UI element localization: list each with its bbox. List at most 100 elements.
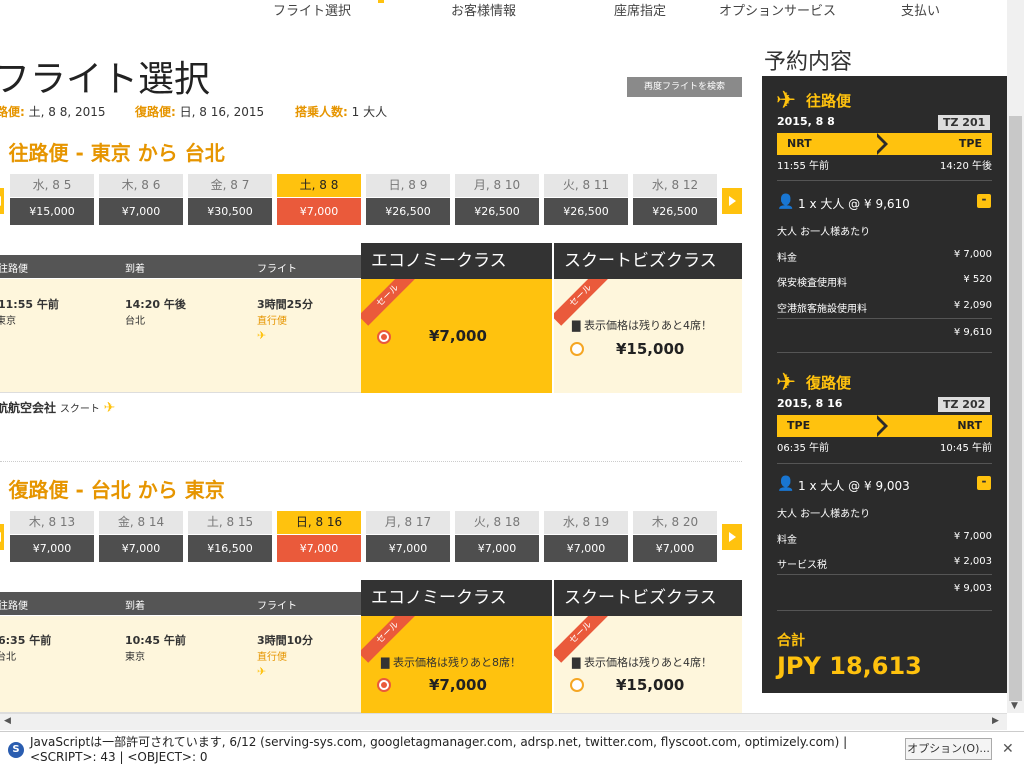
plane-icon: ✈ xyxy=(776,368,797,396)
date-label: 土, 8 15 xyxy=(188,511,272,534)
economy-radio[interactable] xyxy=(377,330,391,344)
date-price: ¥30,500 xyxy=(188,198,272,225)
return-table-header: 往路便 到着 フライト xyxy=(0,592,361,615)
date-option[interactable]: 木, 8 6 ¥7,000 xyxy=(99,174,183,225)
research-flights-button[interactable]: 再度フライトを検索 xyxy=(627,77,742,97)
collapse-button[interactable]: - xyxy=(977,193,991,208)
summary-passengers: 搭乗人数: 1 大人 xyxy=(295,105,388,119)
plane-icon: ✈ xyxy=(776,86,797,114)
step-seat-select: 座席指定 xyxy=(614,4,667,19)
fee-label: サービス税 xyxy=(777,560,827,571)
close-icon[interactable]: ✕ xyxy=(1002,741,1014,757)
summary-outbound: 路便: 土, 8 8, 2015 xyxy=(0,105,106,119)
date-price: ¥26,500 xyxy=(366,198,450,225)
date-label: 土, 8 8 xyxy=(277,174,361,197)
economy-fare-cell[interactable]: セール ▇ 表示価格は残りあと8席！ ¥7,000 xyxy=(361,616,552,713)
next-dates-button[interactable] xyxy=(722,524,742,550)
date-option[interactable]: 日, 8 16 ¥7,000 xyxy=(277,511,361,562)
col-flight: フライト xyxy=(257,264,297,275)
prev-dates-button[interactable] xyxy=(0,524,4,550)
date-option[interactable]: 水, 8 12 ¥26,500 xyxy=(633,174,717,225)
date-option[interactable]: 火, 8 18 ¥7,000 xyxy=(455,511,539,562)
chevron-right-icon xyxy=(728,532,736,542)
col-departure: 往路便 xyxy=(0,601,28,612)
date-option[interactable]: 木, 8 13 ¥7,000 xyxy=(10,511,94,562)
noscript-notification-bar: S JavaScriptは一部許可されています, 6/12 (serving-s… xyxy=(0,731,1024,768)
per-person-label: 大人 お一人様あたり xyxy=(777,227,871,238)
arrival-city: 台北 xyxy=(125,316,145,327)
duration: 3時間25分 xyxy=(257,298,313,311)
vertical-scrollbar[interactable]: ▼ xyxy=(1007,0,1024,713)
fee-label: 保安検査使用料 xyxy=(777,278,847,289)
step-options: オプションサービス xyxy=(719,4,837,19)
seats-remaining: ▇ 表示価格は残りあと8席！ xyxy=(381,656,521,669)
date-option[interactable]: 木, 8 20 ¥7,000 xyxy=(633,511,717,562)
date-option[interactable]: 水, 8 5 ¥15,000 xyxy=(10,174,94,225)
arrival-time: 10:45 午前 xyxy=(940,443,992,454)
business-radio[interactable] xyxy=(570,678,584,692)
scoot-biz-header: スクートビズクラス xyxy=(554,243,742,279)
return-flight-row: 6:35 午前 台北 10:45 午前 東京 3時間10分 直行便 ✈ xyxy=(0,616,361,713)
passenger-price: 1 x 大人 @ ¥ 9,610 xyxy=(798,197,910,211)
departure-city: 東京 xyxy=(0,316,16,327)
scroll-down-icon[interactable]: ▼ xyxy=(1011,701,1018,711)
progress-steps: フライト選択 お客様情報 座席指定 オプションサービス 支払い xyxy=(0,0,1007,19)
horizontal-scrollbar[interactable]: ◀ ▶ xyxy=(0,713,1007,730)
chevron-right-icon xyxy=(728,196,736,206)
section-divider xyxy=(0,461,742,462)
person-icon: 👤 xyxy=(777,476,795,492)
scrollbar-thumb[interactable] xyxy=(1009,116,1022,701)
next-dates-button[interactable] xyxy=(722,188,742,214)
return-heading: . 復路便 - 台北 から 東京 xyxy=(0,478,225,502)
economy-price: ¥7,000 xyxy=(429,327,487,345)
sidebar-title: 予約内容 xyxy=(764,50,853,75)
flight-number: TZ 202 xyxy=(938,397,991,412)
business-fare-cell[interactable]: セール ▇ 表示価格は残りあと4席！ ¥15,000 xyxy=(554,279,742,393)
collapse-button[interactable]: - xyxy=(977,475,991,490)
economy-class-header: エコノミークラス xyxy=(361,243,552,279)
booking-summary-panel: ✈ 往路便 2015, 8 8 TZ 201 NRT TPE 11:55 午前 … xyxy=(762,76,1007,693)
plane-icon: ✈ xyxy=(257,665,267,678)
business-radio[interactable] xyxy=(570,342,584,356)
date-option[interactable]: 月, 8 10 ¥26,500 xyxy=(455,174,539,225)
col-flight: フライト xyxy=(257,601,297,612)
scroll-left-icon[interactable]: ◀ xyxy=(4,716,11,726)
plane-icon: ✈ xyxy=(103,400,116,416)
options-button[interactable]: オプション(O)... xyxy=(905,738,992,760)
economy-radio[interactable] xyxy=(377,678,391,692)
prev-dates-button[interactable] xyxy=(0,188,4,214)
departure-time: 11:55 午前 xyxy=(777,161,829,172)
operating-airline: 航航空会社 スクート ✈ xyxy=(0,400,116,416)
col-arrival: 到着 xyxy=(125,264,145,275)
date-option[interactable]: 日, 8 9 ¥26,500 xyxy=(366,174,450,225)
fee-value: ¥ 2,090 xyxy=(953,300,992,311)
flight-number: TZ 201 xyxy=(938,115,991,130)
date-price: ¥15,000 xyxy=(10,198,94,225)
person-icon: 👤 xyxy=(777,194,795,210)
date-price: ¥7,000 xyxy=(544,535,628,562)
date-option[interactable]: 金, 8 14 ¥7,000 xyxy=(99,511,183,562)
date-price: ¥7,000 xyxy=(99,535,183,562)
seats-remaining: ▇ 表示価格は残りあと4席！ xyxy=(572,656,712,669)
fare-value: ¥ 7,000 xyxy=(953,531,992,542)
scroll-right-icon[interactable]: ▶ xyxy=(992,716,999,726)
stops: 直行便 xyxy=(257,316,287,327)
date-option[interactable]: 土, 8 15 ¥16,500 xyxy=(188,511,272,562)
economy-fare-cell[interactable]: セール ¥7,000 xyxy=(361,279,552,393)
date-option[interactable]: 月, 8 17 ¥7,000 xyxy=(366,511,450,562)
sale-badge: セール xyxy=(361,279,418,326)
date-option[interactable]: 水, 8 19 ¥7,000 xyxy=(544,511,628,562)
subtotal: ¥ 9,610 xyxy=(953,327,992,338)
fare-label: 料金 xyxy=(777,253,797,264)
noscript-icon: S xyxy=(8,742,24,758)
date-price: ¥7,000 xyxy=(455,535,539,562)
date-option[interactable]: 土, 8 8 ¥7,000 xyxy=(277,174,361,225)
departure-time: 11:55 午前 xyxy=(0,298,59,311)
date-label: 日, 8 9 xyxy=(366,174,450,197)
date-option[interactable]: 金, 8 7 ¥30,500 xyxy=(188,174,272,225)
business-fare-cell[interactable]: セール ▇ 表示価格は残りあと4席！ ¥15,000 xyxy=(554,616,742,713)
date-price: ¥16,500 xyxy=(188,535,272,562)
date-option[interactable]: 火, 8 11 ¥26,500 xyxy=(544,174,628,225)
page-title: フライト選択 xyxy=(0,59,211,100)
return-label: 復路便 xyxy=(806,374,852,392)
